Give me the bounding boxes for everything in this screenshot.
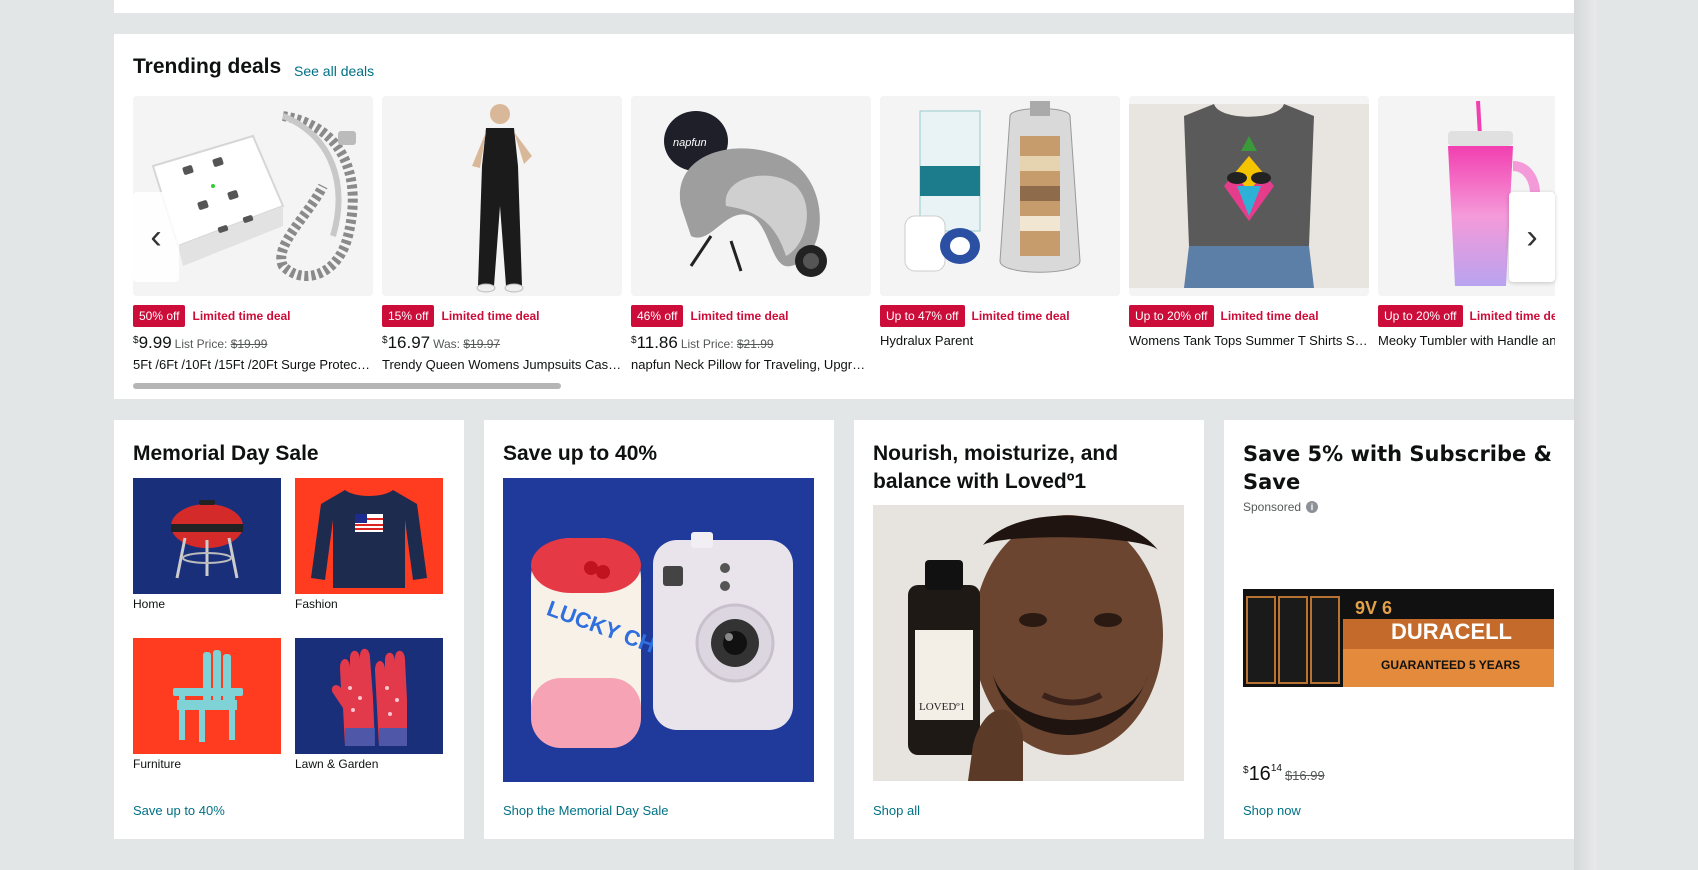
svg-text:napfun: napfun: [673, 137, 707, 149]
chevron-left-icon: ‹: [150, 217, 162, 256]
product-title[interactable]: Trendy Queen Womens Jumpsuits Casual Sum…: [382, 357, 622, 372]
neck-pillow-image[interactable]: napfun: [631, 96, 871, 296]
product-title[interactable]: Hydralux Parent: [880, 333, 1120, 348]
discount-badge: 15% off: [382, 305, 435, 327]
list-price: Was: $19.97: [433, 337, 500, 351]
tank-top-image[interactable]: [1129, 96, 1369, 296]
list-price-label: List Price:: [174, 337, 228, 351]
deal-card[interactable]: Up to 47% off Limited time deal Hydralux …: [880, 96, 1120, 348]
duracell-battery-image[interactable]: 9V 6 DURACELL GUARANTEED 5 YEARS: [1243, 589, 1554, 687]
deal-card[interactable]: napfun 46% off Limited time deal $11.86 Li…: [631, 96, 871, 372]
shower-filter-image[interactable]: [880, 96, 1120, 296]
pack-count: 9V 6: [1355, 598, 1392, 618]
save-40-card: Save up to 40% LUCKY CHERRY Shop the Mem…: [484, 420, 834, 839]
subscribe-save-card: Save 5% with Subscribe & Save Sponsored …: [1224, 420, 1574, 839]
currency-symbol: $: [631, 335, 637, 346]
list-price: List Price: $19.99: [175, 337, 268, 351]
category-label: Home: [133, 597, 166, 611]
limited-deal-label: Limited time deal: [1469, 309, 1556, 323]
currency-symbol: $: [382, 335, 388, 346]
deal-card[interactable]: 15% off Limited time deal $16.97 Was: $19.…: [382, 96, 622, 372]
category-furniture[interactable]: Furniture: [133, 638, 281, 771]
previous-section-strip: [114, 0, 1574, 13]
carousel-prev-button[interactable]: ‹: [133, 192, 179, 282]
category-label: Furniture: [133, 757, 182, 771]
see-all-deals-link[interactable]: See all deals: [294, 63, 374, 79]
subscribe-price: $1614 $16.99: [1243, 763, 1325, 786]
card-title: Save 5% with Subscribe & Save: [1243, 442, 1552, 494]
card-title: Save up to 40%: [503, 442, 658, 465]
product-title[interactable]: Meoky Tumbler with Handle and Straw: [1378, 333, 1555, 348]
card-title: Memorial Day Sale: [133, 442, 319, 465]
guarantee-text: GUARANTEED 5 YEARS: [1381, 658, 1520, 672]
chevron-right-icon: ›: [1526, 217, 1538, 256]
adirondack-chair-image: [133, 638, 281, 754]
list-price: List Price: $21.99: [681, 337, 774, 351]
trending-deals-title: Trending deals: [133, 55, 282, 78]
sponsored-text: Sponsored: [1243, 500, 1302, 514]
limited-deal-label: Limited time deal: [1220, 309, 1319, 323]
list-price-label: List Price:: [680, 337, 734, 351]
category-label: Lawn & Garden: [295, 757, 379, 771]
discount-badge: 46% off: [631, 305, 684, 327]
category-lawn-garden[interactable]: Lawn & Garden: [295, 638, 443, 771]
deal-price: 11.86: [636, 333, 678, 352]
brand-name: DURACELL: [1391, 619, 1512, 644]
shop-now-link[interactable]: Shop now: [1243, 803, 1301, 818]
category-label: Fashion: [295, 597, 338, 611]
loved01-card: Nourish, moisturize, and balance with Lo…: [854, 420, 1204, 839]
grill-image: [133, 478, 281, 594]
sponsored-label: Sponsored i: [1243, 500, 1319, 514]
deals-carousel: 50% off Limited time deal $9.99 List Price…: [133, 96, 1555, 386]
list-price-value: $16.99: [1284, 768, 1325, 783]
card-title: Nourish, moisturize, and balance with Lo…: [873, 442, 1119, 493]
list-price-value: $21.99: [736, 337, 774, 351]
loved01-model-image[interactable]: LOVEDº1: [873, 505, 1184, 781]
flag-sweater-image: [295, 478, 443, 594]
jumpsuit-image[interactable]: [382, 96, 622, 296]
limited-deal-label: Limited time deal: [971, 309, 1070, 323]
discount-badge: 50% off: [133, 305, 186, 327]
price-fraction: 14: [1270, 763, 1282, 774]
product-title[interactable]: napfun Neck Pillow for Traveling, Upgrad…: [631, 357, 871, 372]
shop-memorial-day-sale-link[interactable]: Shop the Memorial Day Sale: [503, 803, 668, 818]
discount-badge: Up to 47% off: [880, 305, 965, 327]
limited-deal-label: Limited time deal: [690, 309, 789, 323]
category-fashion[interactable]: Fashion: [295, 478, 443, 611]
page-edge-shadow: [1574, 0, 1596, 870]
list-price-value: $19.99: [230, 337, 268, 351]
discount-badge: Up to 20% off: [1129, 305, 1214, 327]
product-title[interactable]: Womens Tank Tops Summer T Shirts Sleevel…: [1129, 333, 1369, 348]
product-title[interactable]: 5Ft /6Ft /10Ft /15Ft /20Ft Surge Protect…: [133, 357, 373, 372]
can-and-camera-image[interactable]: LUCKY CHERRY: [503, 478, 814, 782]
trending-deals-section: Trending deals See all deals 50% off Lim…: [114, 34, 1574, 399]
deal-price: 16.97: [387, 333, 431, 352]
list-price-label: Was:: [433, 337, 460, 351]
info-icon[interactable]: i: [1306, 501, 1319, 513]
limited-deal-label: Limited time deal: [441, 309, 540, 323]
bottle-label: LOVEDº1: [919, 701, 965, 713]
discount-badge: Up to 20% off: [1378, 305, 1463, 327]
currency-symbol: $: [1243, 765, 1249, 776]
carousel-scrollbar[interactable]: [133, 383, 561, 389]
category-home[interactable]: Home: [133, 478, 281, 611]
carousel-next-button[interactable]: ›: [1509, 192, 1555, 282]
deal-card[interactable]: Up to 20% off Limited time deal Womens Ta…: [1129, 96, 1369, 348]
limited-deal-label: Limited time deal: [192, 309, 291, 323]
list-price-value: $19.97: [463, 337, 501, 351]
memorial-day-card: Memorial Day Sale Home Fashion Furniture…: [114, 420, 464, 839]
save-up-to-40-link[interactable]: Save up to 40%: [133, 803, 225, 818]
shop-all-link[interactable]: Shop all: [873, 803, 920, 818]
price-whole: 16: [1248, 763, 1271, 785]
garden-gloves-image: [295, 638, 443, 754]
currency-symbol: $: [133, 335, 139, 346]
deal-price: 9.99: [138, 333, 172, 352]
